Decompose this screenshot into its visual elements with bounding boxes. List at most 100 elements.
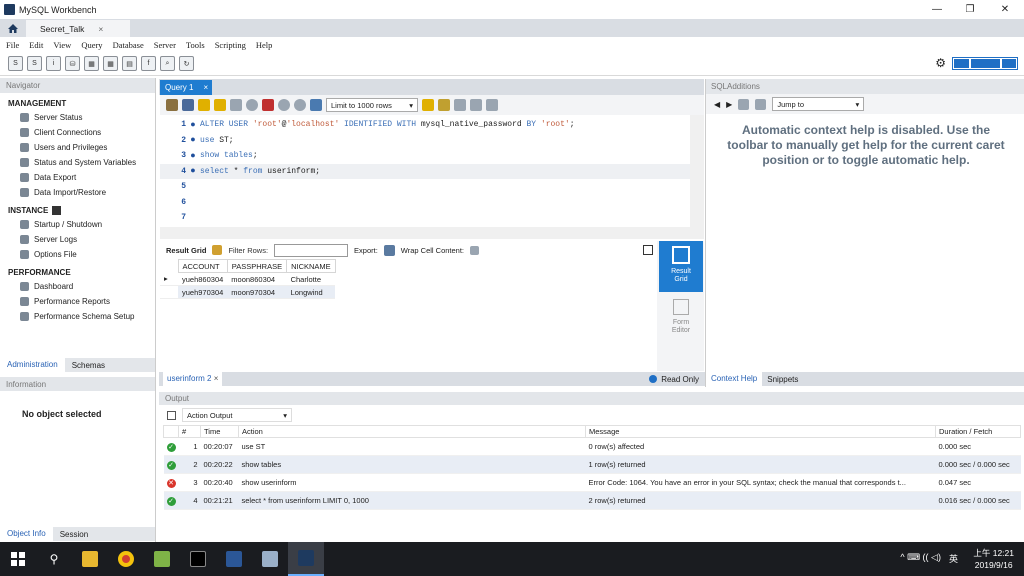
toggle-continue-icon[interactable]	[262, 99, 274, 111]
create-view-icon[interactable]: ▦	[103, 56, 118, 71]
column-header[interactable]: Action	[238, 425, 586, 438]
back-arrow-icon[interactable]: ◀	[714, 100, 720, 109]
column-header[interactable]: NICKNAME	[286, 259, 336, 273]
autocommit-icon[interactable]	[310, 99, 322, 111]
system-tray[interactable]: ^ ⌨ (( ◁) 英	[900, 552, 958, 565]
auto-help-icon[interactable]	[755, 98, 767, 110]
cell[interactable]: yueh860304	[178, 272, 228, 286]
query-tab-close-icon[interactable]: ×	[203, 83, 208, 92]
clock[interactable]: 上午 12:21 2019/9/16	[973, 547, 1014, 571]
table-row[interactable]: ✓ 2 00:20:22 show tables 1 row(s) return…	[163, 455, 1021, 474]
create-procedure-icon[interactable]: ▤	[122, 56, 137, 71]
export-icon[interactable]	[383, 244, 395, 256]
execute-icon[interactable]	[198, 99, 210, 111]
table-row[interactable]: ✕ 3 00:20:40 show userinform Error Code:…	[163, 473, 1021, 492]
editor-horizontal-scrollbar[interactable]	[160, 227, 704, 239]
table-row[interactable]: yueh970304 moon970304 Longwind	[160, 285, 336, 299]
table-row[interactable]: ✓ 4 00:21:21 select * from userinform LI…	[163, 491, 1021, 510]
tray-icons[interactable]: ^ ⌨ (( ◁)	[900, 552, 941, 565]
form-editor-button[interactable]: Form Editor	[659, 293, 703, 341]
result-grid-button[interactable]: Result Grid	[659, 241, 703, 292]
connection-tab[interactable]: Secret_Talk ×	[26, 20, 130, 37]
taskbar-notepad-plus[interactable]	[144, 542, 180, 576]
tab-session[interactable]: Session	[53, 530, 95, 539]
start-button[interactable]	[0, 542, 36, 576]
result-tab-close-icon[interactable]: ×	[214, 374, 219, 383]
rollback-icon[interactable]	[294, 99, 306, 111]
limit-rows-select[interactable]: Limit to 1000 rows ▾	[326, 98, 418, 112]
column-header[interactable]: PASSPHRASE	[226, 259, 288, 273]
tab-snippets[interactable]: Snippets	[762, 375, 803, 384]
taskbar-terminal[interactable]	[180, 542, 216, 576]
create-function-icon[interactable]: f	[141, 56, 156, 71]
menu-query[interactable]: Query	[81, 40, 102, 50]
maximize-button[interactable]: ❐	[955, 2, 985, 17]
taskbar-chrome[interactable]	[108, 542, 144, 576]
filter-rows-input[interactable]	[274, 243, 349, 257]
menu-edit[interactable]: Edit	[29, 40, 43, 50]
menu-tools[interactable]: Tools	[186, 40, 205, 50]
column-header[interactable]: #	[178, 425, 201, 438]
editor-vertical-scrollbar[interactable]	[690, 115, 704, 227]
save-icon[interactable]	[182, 99, 194, 111]
nav-startup-shutdown[interactable]: Startup / Shutdown	[0, 217, 155, 232]
query-tab[interactable]: Query 1 ×	[160, 80, 212, 95]
column-header[interactable]: Time	[200, 425, 239, 438]
table-row[interactable]: ✓ 1 00:20:07 use ST 0 row(s) affected 0.…	[163, 437, 1021, 456]
editor-line[interactable]: 1 ● ALTER USER 'root'@'localhost' IDENTIFI…	[160, 117, 690, 133]
search-button[interactable]: ⚲	[36, 542, 72, 576]
tab-context-help[interactable]: Context Help	[706, 372, 763, 386]
beautify-icon[interactable]	[422, 99, 434, 111]
jump-to-select[interactable]: Jump to ▾	[772, 97, 865, 111]
nav-server-logs[interactable]: Server Logs	[0, 232, 155, 247]
table-row[interactable]: ▸ yueh860304 moon860304 Charlotte	[160, 272, 336, 286]
forward-arrow-icon[interactable]: ▶	[726, 100, 732, 109]
sql-editor[interactable]: 1 ● ALTER USER 'root'@'localhost' IDENTIFI…	[160, 115, 690, 227]
tab-administration[interactable]: Administration	[0, 358, 65, 372]
toggle-panel-icon[interactable]	[643, 245, 653, 255]
nav-data-import[interactable]: Data Import/Restore	[0, 185, 155, 200]
wrap-cell-icon[interactable]	[470, 245, 480, 255]
editor-line[interactable]: 2 ● use ST;	[160, 133, 690, 149]
search-table-data-icon[interactable]: ⌕	[160, 56, 175, 71]
explain-icon[interactable]	[230, 99, 242, 111]
connection-tab-close-icon[interactable]: ×	[98, 24, 103, 34]
cell[interactable]: moon860304	[227, 272, 287, 286]
menu-scripting[interactable]: Scripting	[215, 40, 246, 50]
column-header[interactable]: Duration / Fetch	[935, 425, 1021, 438]
nav-performance-schema-setup[interactable]: Performance Schema Setup	[0, 309, 155, 324]
menu-database[interactable]: Database	[113, 40, 144, 50]
taskbar-word[interactable]	[216, 542, 252, 576]
wrap-lines-icon[interactable]	[486, 99, 498, 111]
grid-icon[interactable]	[212, 245, 223, 255]
nav-data-export[interactable]: Data Export	[0, 170, 155, 185]
nav-client-connections[interactable]: Client Connections	[0, 125, 155, 140]
tab-schemas[interactable]: Schemas	[65, 361, 112, 370]
stop-icon[interactable]	[246, 99, 258, 111]
nav-status-variables[interactable]: Status and System Variables	[0, 155, 155, 170]
cell[interactable]: Longwind	[286, 285, 336, 299]
nav-dashboard[interactable]: Dashboard	[0, 279, 155, 294]
editor-line[interactable]: 3 ● show tables;	[160, 148, 690, 164]
manual-help-icon[interactable]	[738, 98, 750, 110]
settings-gear-icon[interactable]: ⚙	[935, 56, 946, 70]
minimize-button[interactable]: —	[922, 2, 952, 17]
menu-view[interactable]: View	[53, 40, 71, 50]
column-header[interactable]: Message	[585, 425, 936, 438]
taskbar-app[interactable]	[252, 542, 288, 576]
panel-layout-toggle-icons[interactable]	[952, 57, 1018, 70]
cell[interactable]: moon970304	[227, 285, 287, 299]
menu-help[interactable]: Help	[256, 40, 273, 50]
open-file-icon[interactable]	[166, 99, 178, 111]
nav-server-status[interactable]: Server Status	[0, 110, 155, 125]
inspector-icon[interactable]: i	[46, 56, 61, 71]
menu-server[interactable]: Server	[154, 40, 176, 50]
reconnect-icon[interactable]: ↻	[179, 56, 194, 71]
taskbar-mysql-workbench[interactable]	[288, 542, 324, 576]
nav-users-privileges[interactable]: Users and Privileges	[0, 140, 155, 155]
new-sql-tab-icon[interactable]: S	[8, 56, 23, 71]
editor-line[interactable]: 5	[160, 179, 690, 195]
execute-current-icon[interactable]	[214, 99, 226, 111]
create-schema-icon[interactable]: ⛁	[65, 56, 80, 71]
copy-icon[interactable]	[167, 410, 176, 420]
